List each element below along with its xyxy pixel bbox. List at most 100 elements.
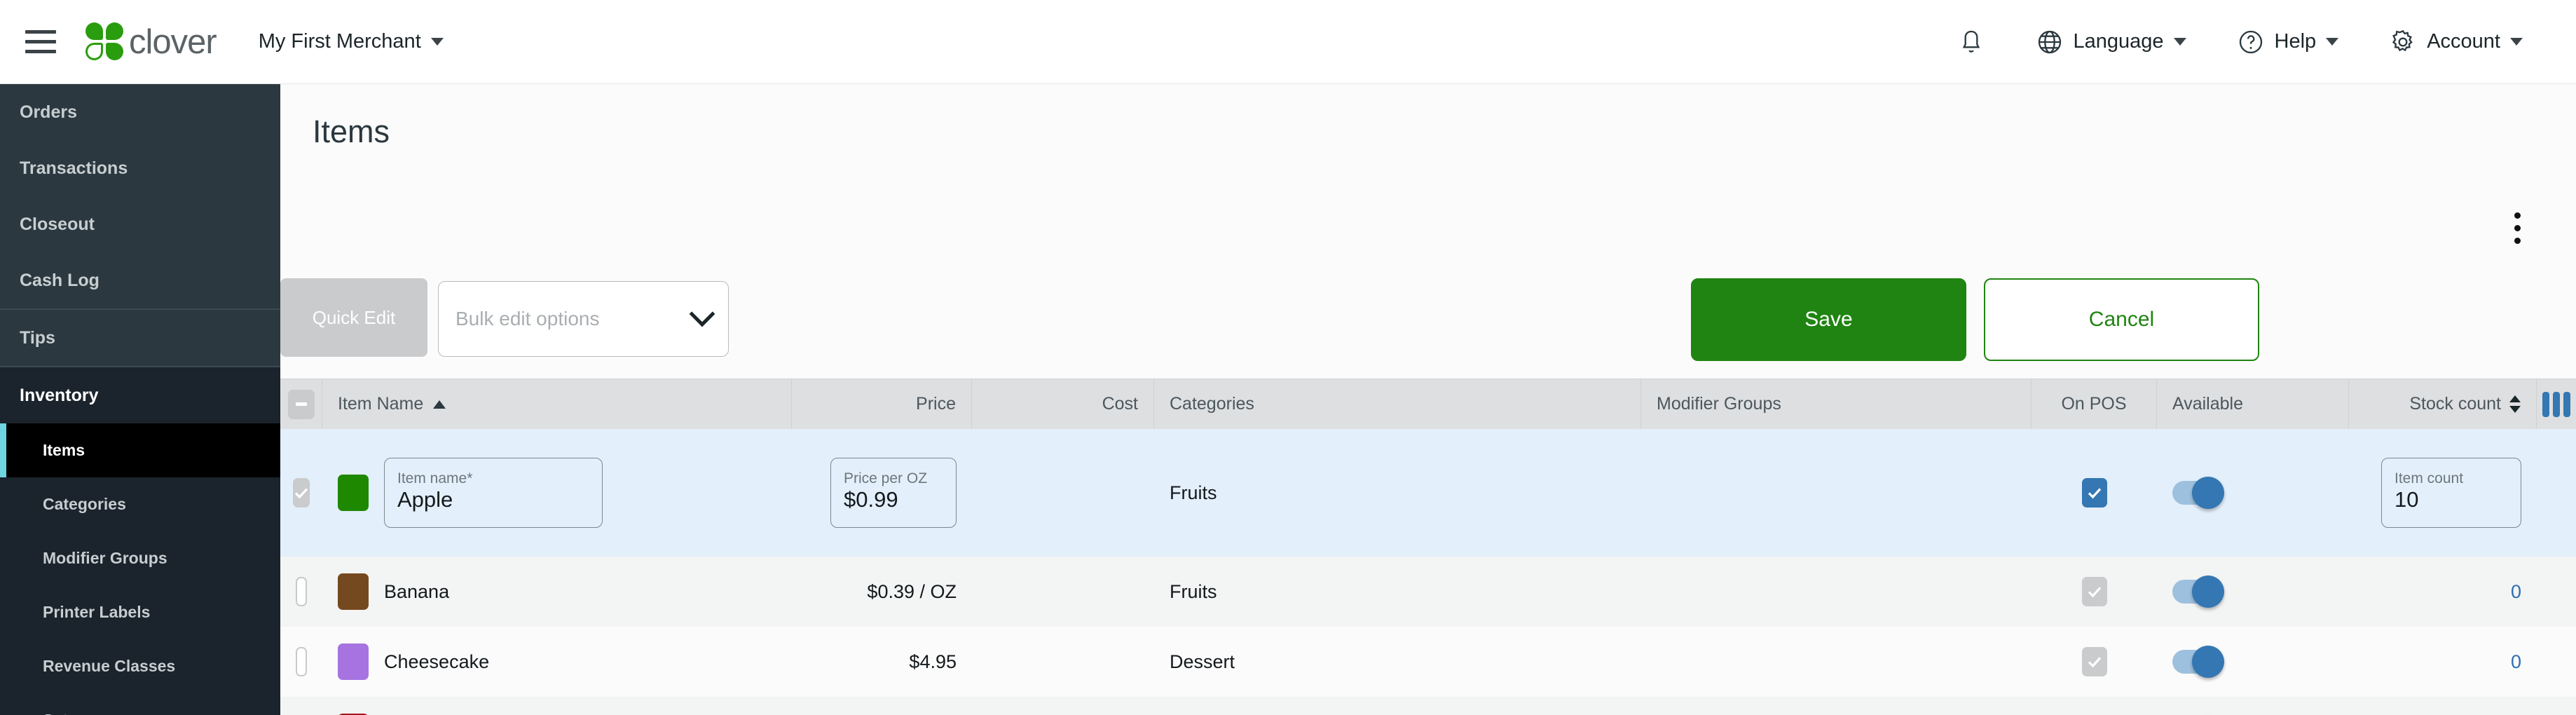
- account-menu[interactable]: Account: [2364, 0, 2548, 84]
- table-row[interactable]: Banana $0.39 / OZ Fruits 0: [280, 557, 2576, 627]
- top-bar-actions: Language Help Account: [1932, 0, 2576, 84]
- item-name: Banana: [384, 580, 450, 602]
- sidebar-item-items[interactable]: Items: [0, 423, 280, 477]
- row-on-pos-cell: [2032, 557, 2157, 627]
- notifications-button[interactable]: [1932, 0, 2010, 84]
- item-color-swatch[interactable]: [338, 475, 369, 511]
- sidebar-item-cash-log[interactable]: Cash Log: [0, 252, 280, 308]
- sidebar-item-label: Printer Labels: [43, 603, 151, 621]
- select-all-checkbox[interactable]: [287, 389, 315, 419]
- column-header-modifier-groups[interactable]: Modifier Groups: [1641, 379, 2032, 429]
- column-header-price[interactable]: Price: [792, 379, 972, 429]
- sidebar-item-label: Modifier Groups: [43, 549, 167, 567]
- sidebar-group-tips: Tips: [0, 310, 280, 367]
- logo-wordmark: clover: [129, 22, 217, 61]
- kebab-menu-icon[interactable]: [2500, 207, 2534, 249]
- row-modifier-groups-cell: [1641, 627, 2032, 697]
- row-stock-cell: 0: [2349, 697, 2537, 715]
- check-icon: [2088, 488, 2101, 499]
- row-name-cell: Grapes: [322, 697, 792, 715]
- sidebar-item-modifier-groups[interactable]: Modifier Groups: [0, 531, 280, 585]
- sidebar-group-primary: Orders Transactions Closeout Cash Log: [0, 84, 280, 310]
- item-color-swatch[interactable]: [338, 644, 369, 680]
- available-toggle[interactable]: [2172, 646, 2224, 678]
- sidebar-item-categories[interactable]: Categories: [0, 477, 280, 531]
- stock-count-link[interactable]: 0: [2511, 651, 2521, 673]
- item-color-swatch[interactable]: [338, 573, 369, 610]
- sidebar-item-setup[interactable]: Setup: [0, 693, 280, 715]
- item-price-input[interactable]: Price per OZ $0.99: [830, 458, 957, 528]
- sort-ascending-icon: [433, 400, 446, 409]
- merchant-selector[interactable]: My First Merchant: [259, 30, 444, 53]
- sidebar-item-tips[interactable]: Tips: [0, 310, 280, 366]
- available-toggle[interactable]: [2172, 576, 2224, 608]
- item-name-input[interactable]: Item name* Apple: [384, 458, 603, 528]
- row-modifier-groups-cell: [1641, 429, 2032, 557]
- columns-icon[interactable]: [2542, 391, 2570, 417]
- stock-count-link[interactable]: 0: [2511, 581, 2521, 603]
- sidebar-group-inventory: Inventory: [0, 367, 280, 423]
- sidebar: Orders Transactions Closeout Cash Log Ti…: [0, 84, 280, 715]
- row-modifier-groups-cell: [1641, 697, 2032, 715]
- gear-icon: [2392, 29, 2413, 51]
- field-value: $0.99: [844, 487, 898, 512]
- sidebar-item-orders[interactable]: Orders: [0, 84, 280, 140]
- bulk-edit-options-select[interactable]: Bulk edit options: [438, 281, 729, 357]
- row-settings-cell: [2537, 697, 2576, 715]
- sort-toggle-icon[interactable]: [2509, 395, 2521, 413]
- clover-logo[interactable]: clover: [85, 22, 217, 62]
- cancel-button[interactable]: Cancel: [1984, 278, 2259, 361]
- column-header-on-pos[interactable]: On POS: [2032, 379, 2157, 429]
- column-label: Modifier Groups: [1657, 394, 1781, 414]
- row-select-cell: [280, 697, 322, 715]
- sidebar-item-label: Transactions: [20, 158, 128, 178]
- language-menu[interactable]: Language: [2010, 0, 2212, 84]
- sidebar-item-printer-labels[interactable]: Printer Labels: [0, 585, 280, 639]
- on-pos-checkbox[interactable]: [2081, 478, 2107, 508]
- row-cost-cell: [972, 697, 1154, 715]
- table-row[interactable]: Cheesecake $4.95 Dessert 0: [280, 627, 2576, 697]
- row-on-pos-cell: [2032, 697, 2157, 715]
- bulk-edit-options-placeholder: Bulk edit options: [455, 308, 600, 329]
- chevron-down-icon: [2326, 38, 2339, 46]
- row-name-cell: Banana: [322, 557, 792, 627]
- column-header-item-name[interactable]: Item Name: [322, 379, 792, 429]
- sidebar-item-closeout[interactable]: Closeout: [0, 196, 280, 252]
- sidebar-item-inventory[interactable]: Inventory: [0, 367, 280, 423]
- sidebar-item-label: Orders: [20, 102, 77, 122]
- row-available-cell: [2157, 557, 2349, 627]
- row-checkbox[interactable]: [296, 577, 307, 606]
- row-stock-cell: Item count 10: [2349, 429, 2537, 557]
- merchant-name: My First Merchant: [258, 30, 421, 53]
- row-cost-cell: [972, 557, 1154, 627]
- sidebar-subnav-inventory: Items Categories Modifier Groups Printer…: [0, 423, 280, 715]
- on-pos-checkbox: [2081, 647, 2107, 676]
- row-settings-cell: [2537, 429, 2576, 557]
- top-bar: clover My First Merchant Language Help A…: [0, 0, 2576, 84]
- table-row[interactable]: Grapes $0.40 0: [280, 697, 2576, 715]
- sidebar-item-label: Inventory: [20, 385, 99, 405]
- column-header-available[interactable]: Available: [2157, 379, 2349, 429]
- help-menu[interactable]: Help: [2212, 0, 2364, 84]
- column-header-categories[interactable]: Categories: [1154, 379, 1641, 429]
- sidebar-item-transactions[interactable]: Transactions: [0, 140, 280, 196]
- quick-edit-button[interactable]: Quick Edit: [280, 278, 427, 357]
- table-row-editing[interactable]: Item name* Apple Price per OZ $0.99 Frui…: [280, 429, 2576, 557]
- column-label: Stock count: [2409, 394, 2501, 414]
- check-icon: [2088, 657, 2101, 668]
- column-header-stock-count[interactable]: Stock count: [2349, 379, 2537, 429]
- sidebar-item-label: Cash Log: [20, 270, 100, 290]
- field-label: Item count: [2395, 470, 2464, 487]
- hamburger-icon[interactable]: [21, 22, 60, 62]
- item-count-input[interactable]: Item count 10: [2381, 458, 2521, 528]
- check-icon: [294, 488, 308, 499]
- account-label: Account: [2427, 30, 2500, 53]
- row-checkbox[interactable]: [293, 478, 310, 508]
- save-button[interactable]: Save: [1691, 278, 1966, 361]
- available-toggle[interactable]: [2172, 477, 2224, 509]
- column-header-cost[interactable]: Cost: [972, 379, 1154, 429]
- row-on-pos-cell: [2032, 627, 2157, 697]
- row-checkbox[interactable]: [296, 647, 307, 676]
- sidebar-item-revenue-classes[interactable]: Revenue Classes: [0, 639, 280, 693]
- row-select-cell: [280, 429, 322, 557]
